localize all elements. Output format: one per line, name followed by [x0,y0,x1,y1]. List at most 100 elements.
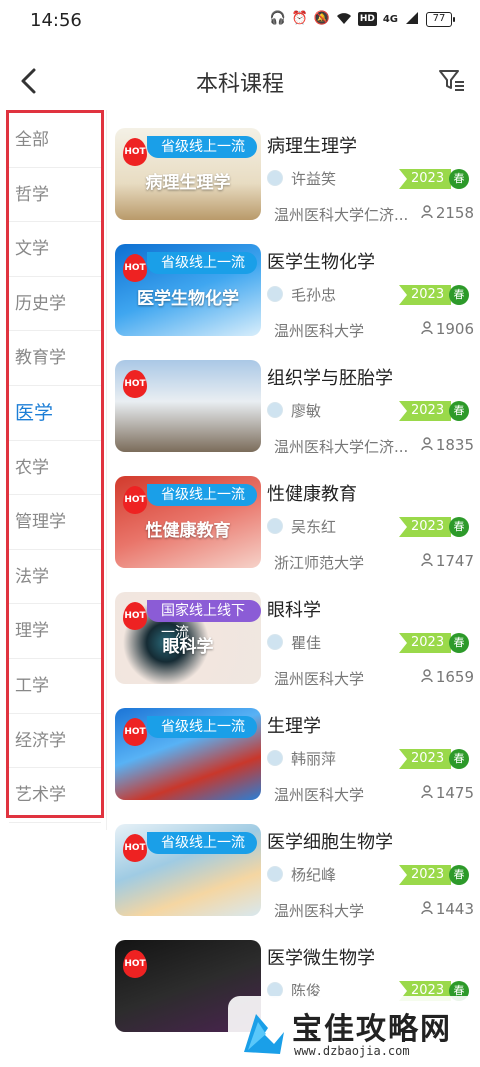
term-badge: 2023 春 [399,633,469,653]
teacher-name: 毛孙忠 [291,286,337,304]
term-year: 2023 [399,865,451,885]
course-title: 眼科学 [267,600,321,621]
enroll-count-value: 1906 [435,320,474,338]
enroll-count-value: 1443 [435,900,474,918]
person-icon [421,553,433,567]
course-cover-text: 医学生物化学 [137,289,239,309]
course-thumbnail[interactable]: HOT 省级线上一流 [115,824,261,916]
status-bar: 14:56 🎧 ⏰ 🔕 HD 4G 77 [0,0,480,44]
course-title: 性健康教育 [267,484,357,505]
hot-label: HOT [124,727,146,737]
teacher-avatar [267,866,283,882]
course-rank-tag: 省级线上一流 [147,832,257,854]
filter-icon [439,70,464,91]
hot-badge: HOT [121,136,149,168]
term-year: 2023 [399,401,451,421]
watermark-url: www.dzbaojia.com [294,1044,410,1058]
term-year: 2023 [399,749,451,769]
course-rank-tag: 省级线上一流 [147,716,257,738]
school-name: 温州医科大学仁济... [274,438,409,456]
enroll-count: 1906 [421,320,474,338]
course-title: 病理生理学 [267,136,357,157]
teacher-row: 韩丽萍 2023 春 [267,748,475,770]
enroll-count-value: 1835 [435,436,474,454]
teacher-name: 廖敏 [291,402,322,420]
sidebar-item[interactable]: 理学 [9,604,101,659]
teacher-row: 瞿佳 2023 春 [267,632,475,654]
course-item[interactable]: HOT 省级线上一流 生理学 韩丽萍 2023 春温州医科大学 1475 [108,700,480,816]
teacher-avatar [267,634,283,650]
sidebar-divider [106,110,107,830]
enroll-count-value: 1747 [435,552,474,570]
teacher-avatar [267,286,283,302]
course-thumbnail[interactable]: 性健康教育 HOT 省级线上一流 [115,476,261,568]
school-name: 温州医科大学 [274,322,365,340]
term-badge: 2023 春 [399,865,469,885]
sidebar-item[interactable]: 哲学 [9,168,101,223]
course-thumbnail[interactable]: 病理生理学 HOT 省级线上一流 [115,128,261,220]
sidebar-item[interactable]: 法学 [9,550,101,605]
sidebar-item[interactable]: 历史学 [9,277,101,332]
school-name: 温州医科大学 [274,902,365,920]
course-cover-text: 性健康教育 [145,521,231,541]
teacher-row: 许益笑 2023 春 [267,168,475,190]
enroll-count-value: 2158 [435,204,474,222]
teacher-avatar [267,402,283,418]
course-rank-tag: 省级线上一流 [147,136,257,158]
status-icons: 🎧 ⏰ 🔕 HD 4G 77 [270,11,455,27]
course-title: 医学细胞生物学 [267,832,393,853]
term-season: 春 [449,865,469,885]
course-title: 医学微生物学 [267,948,375,969]
course-item[interactable]: 医学生物化学 HOT 省级线上一流 医学生物化学 毛孙忠 2023 春温州医科大学 1906 [108,236,480,352]
person-icon [421,321,433,335]
course-thumbnail[interactable]: 医学生物化学 HOT 省级线上一流 [115,244,261,336]
status-time: 14:56 [30,10,82,31]
term-badge: 2023 春 [399,749,469,769]
teacher-name: 韩丽萍 [291,750,337,768]
sidebar-item[interactable]: 文学 [9,222,101,277]
teacher-avatar [267,518,283,534]
network-label: 4G [382,13,398,25]
mute-icon: 🔕 [313,11,330,26]
course-thumbnail[interactable]: 眼科学 HOT 国家线上线下一流 [115,592,261,684]
course-item[interactable]: 性健康教育 HOT 省级线上一流 性健康教育 吴东红 2023 春浙江师范大学 1747 [108,468,480,584]
course-rank-tag: 省级线上一流 [147,252,257,274]
course-title: 组织学与胚胎学 [267,368,393,389]
course-list[interactable]: 病理生理学 HOT 省级线上一流 病理生理学 许益笑 2023 春温州医科大学仁济... 21… [108,120,480,1067]
course-title: 医学生物化学 [267,252,375,273]
person-icon [421,669,433,683]
hot-label: HOT [124,843,146,853]
teacher-name: 吴东红 [291,518,337,536]
course-thumbnail[interactable]: HOT [115,360,261,452]
hot-badge: HOT [121,368,149,400]
teacher-avatar [267,750,283,766]
enroll-count: 1475 [421,784,474,802]
course-item[interactable]: HOT 省级线上一流 医学细胞生物学 杨纪峰 2023 春温州医科大学 1443 [108,816,480,932]
sidebar-item[interactable]: 经济学 [9,714,101,769]
course-title: 生理学 [267,716,321,737]
teacher-row: 吴东红 2023 春 [267,516,475,538]
course-thumbnail[interactable]: HOT 省级线上一流 [115,708,261,800]
filter-button[interactable] [438,66,466,96]
hot-label: HOT [124,263,146,273]
term-year: 2023 [399,285,451,305]
hot-label: HOT [124,959,146,969]
sidebar-item[interactable]: 艺术学 [9,768,101,823]
hd-icon: HD [357,12,377,26]
course-item[interactable]: 眼科学 HOT 国家线上线下一流 眼科学 瞿佳 2023 春温州医科大学 1659 [108,584,480,700]
sidebar-item[interactable]: 农学 [9,441,101,496]
course-cover-text: 病理生理学 [145,173,231,193]
sidebar-item[interactable]: 管理学 [9,495,101,550]
page-title: 本科课程 [195,72,284,97]
course-item[interactable]: HOT 组织学与胚胎学 廖敏 2023 春温州医科大学仁济... 1835 [108,352,480,468]
hot-badge: HOT [121,832,149,864]
term-year: 2023 [399,517,451,537]
term-season: 春 [449,517,469,537]
sidebar-item[interactable]: 工学 [9,659,101,714]
sidebar-item[interactable]: 全部 [9,113,101,168]
enroll-count-value: 1475 [435,784,474,802]
person-icon [421,901,433,915]
sidebar-item[interactable]: 教育学 [9,331,101,386]
course-item[interactable]: 病理生理学 HOT 省级线上一流 病理生理学 许益笑 2023 春温州医科大学仁济... 21… [108,120,480,236]
sidebar-item[interactable]: 医学 [9,385,101,441]
